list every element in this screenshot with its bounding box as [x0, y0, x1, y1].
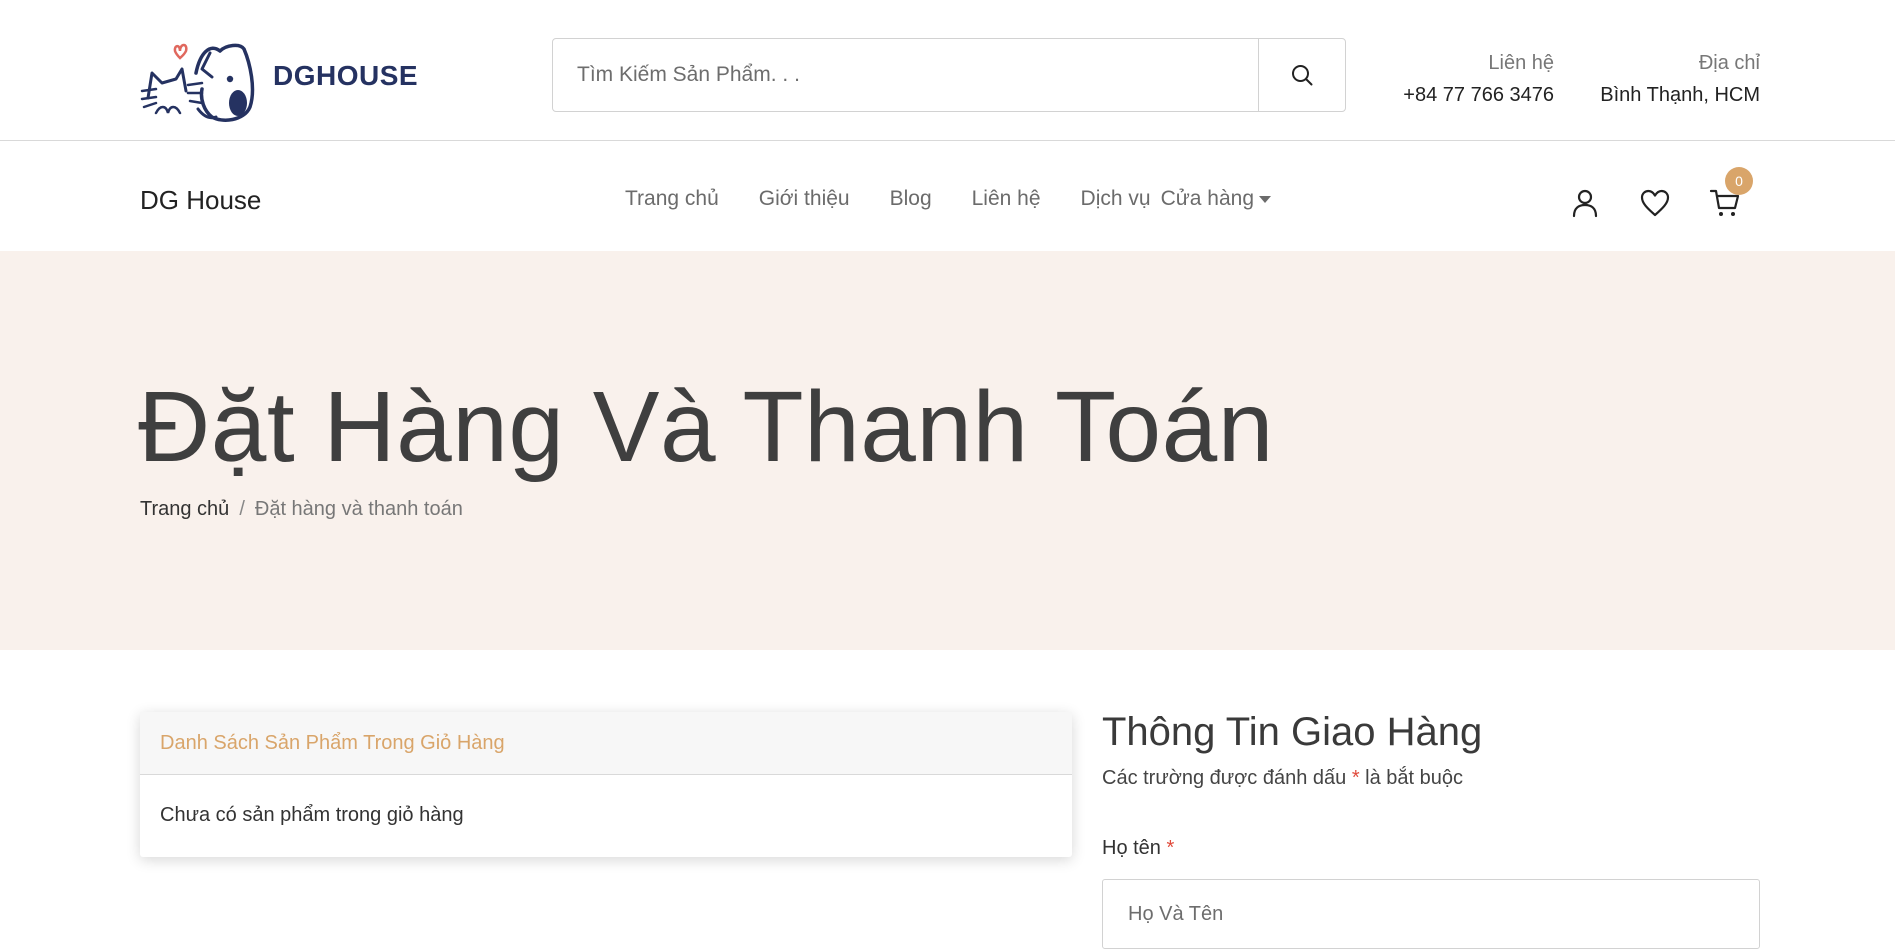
required-note-suffix: là bắt buộc	[1365, 767, 1464, 789]
wishlist-button[interactable]	[1637, 185, 1673, 221]
address-info: Địa chỉ Bình Thạnh, HCM	[1570, 50, 1760, 108]
nav-item-about[interactable]: Giới thiệu	[759, 187, 850, 211]
contact-label: Liên hệ	[1488, 52, 1554, 74]
top-header: DGHOUSE Liên hệ +84 77 766 3476 Địa chỉ …	[0, 0, 1895, 141]
heart-icon	[1640, 189, 1670, 217]
contact-info: Liên hệ +84 77 766 3476	[1378, 50, 1554, 108]
account-button[interactable]	[1567, 185, 1603, 221]
address-label: Địa chỉ	[1698, 52, 1760, 74]
chevron-down-icon	[1259, 195, 1272, 203]
search-input[interactable]	[553, 39, 1259, 111]
nav-item-blog[interactable]: Blog	[890, 187, 932, 211]
logo-wordmark: DGHOUSE	[273, 60, 419, 91]
required-note-text: Các trường được đánh dấu	[1102, 767, 1347, 789]
required-fields-note: Các trường được đánh dấu * là bắt buộc	[1102, 767, 1463, 790]
fullname-label-text: Họ tên	[1102, 837, 1161, 859]
pets-logo-icon	[140, 43, 255, 122]
nav-item-shop-label: Cửa hàng	[1160, 187, 1255, 210]
required-asterisk: *	[1351, 767, 1360, 789]
contact-phone[interactable]: +84 77 766 3476	[1378, 82, 1554, 108]
cart-empty-message: Chưa có sản phẩm trong giỏ hàng	[160, 803, 464, 826]
breadcrumb-current: Đặt hàng và thanh toán	[254, 498, 463, 520]
cart-list-header: Danh Sách Sản Phẩm Trong Giỏ Hàng	[140, 712, 1072, 775]
fullname-label: Họ tên *	[1102, 837, 1174, 860]
search-button[interactable]	[1258, 39, 1345, 111]
address-value: Bình Thạnh, HCM	[1600, 84, 1760, 106]
search-icon	[1292, 65, 1313, 86]
nav-item-shop-dropdown[interactable]: Cửa hàng	[1160, 187, 1272, 211]
breadcrumb: Trang chủ / Đặt hàng và thanh toán	[140, 498, 463, 521]
page-banner: Đặt Hàng Và Thanh Toán Trang chủ / Đặt hàn…	[0, 251, 1895, 650]
main-navbar: DG House Trang chủ Giới thiệu Blog Liên …	[0, 141, 1895, 251]
cart-count-badge: 0	[1725, 167, 1753, 195]
brand-name[interactable]: DG House	[140, 185, 261, 216]
cart-product-list: Danh Sách Sản Phẩm Trong Giỏ Hàng Chưa c…	[140, 712, 1072, 857]
nav-item-contact[interactable]: Liên hệ	[972, 187, 1041, 211]
nav-item-services[interactable]: Dịch vụ	[1081, 187, 1151, 211]
nav-menu: Trang chủ Giới thiệu Blog Liên hệ Dịch v…	[625, 187, 1272, 211]
fullname-required-asterisk: *	[1166, 837, 1175, 859]
fullname-field[interactable]	[1102, 879, 1760, 949]
nav-item-home[interactable]: Trang chủ	[625, 187, 719, 211]
shipping-info-title: Thông Tin Giao Hàng	[1102, 710, 1483, 754]
breadcrumb-home-link[interactable]: Trang chủ	[140, 498, 229, 520]
page-title: Đặt Hàng Và Thanh Toán	[138, 371, 1274, 483]
search-bar	[552, 38, 1346, 112]
user-icon	[1572, 189, 1598, 218]
breadcrumb-separator: /	[239, 498, 245, 520]
